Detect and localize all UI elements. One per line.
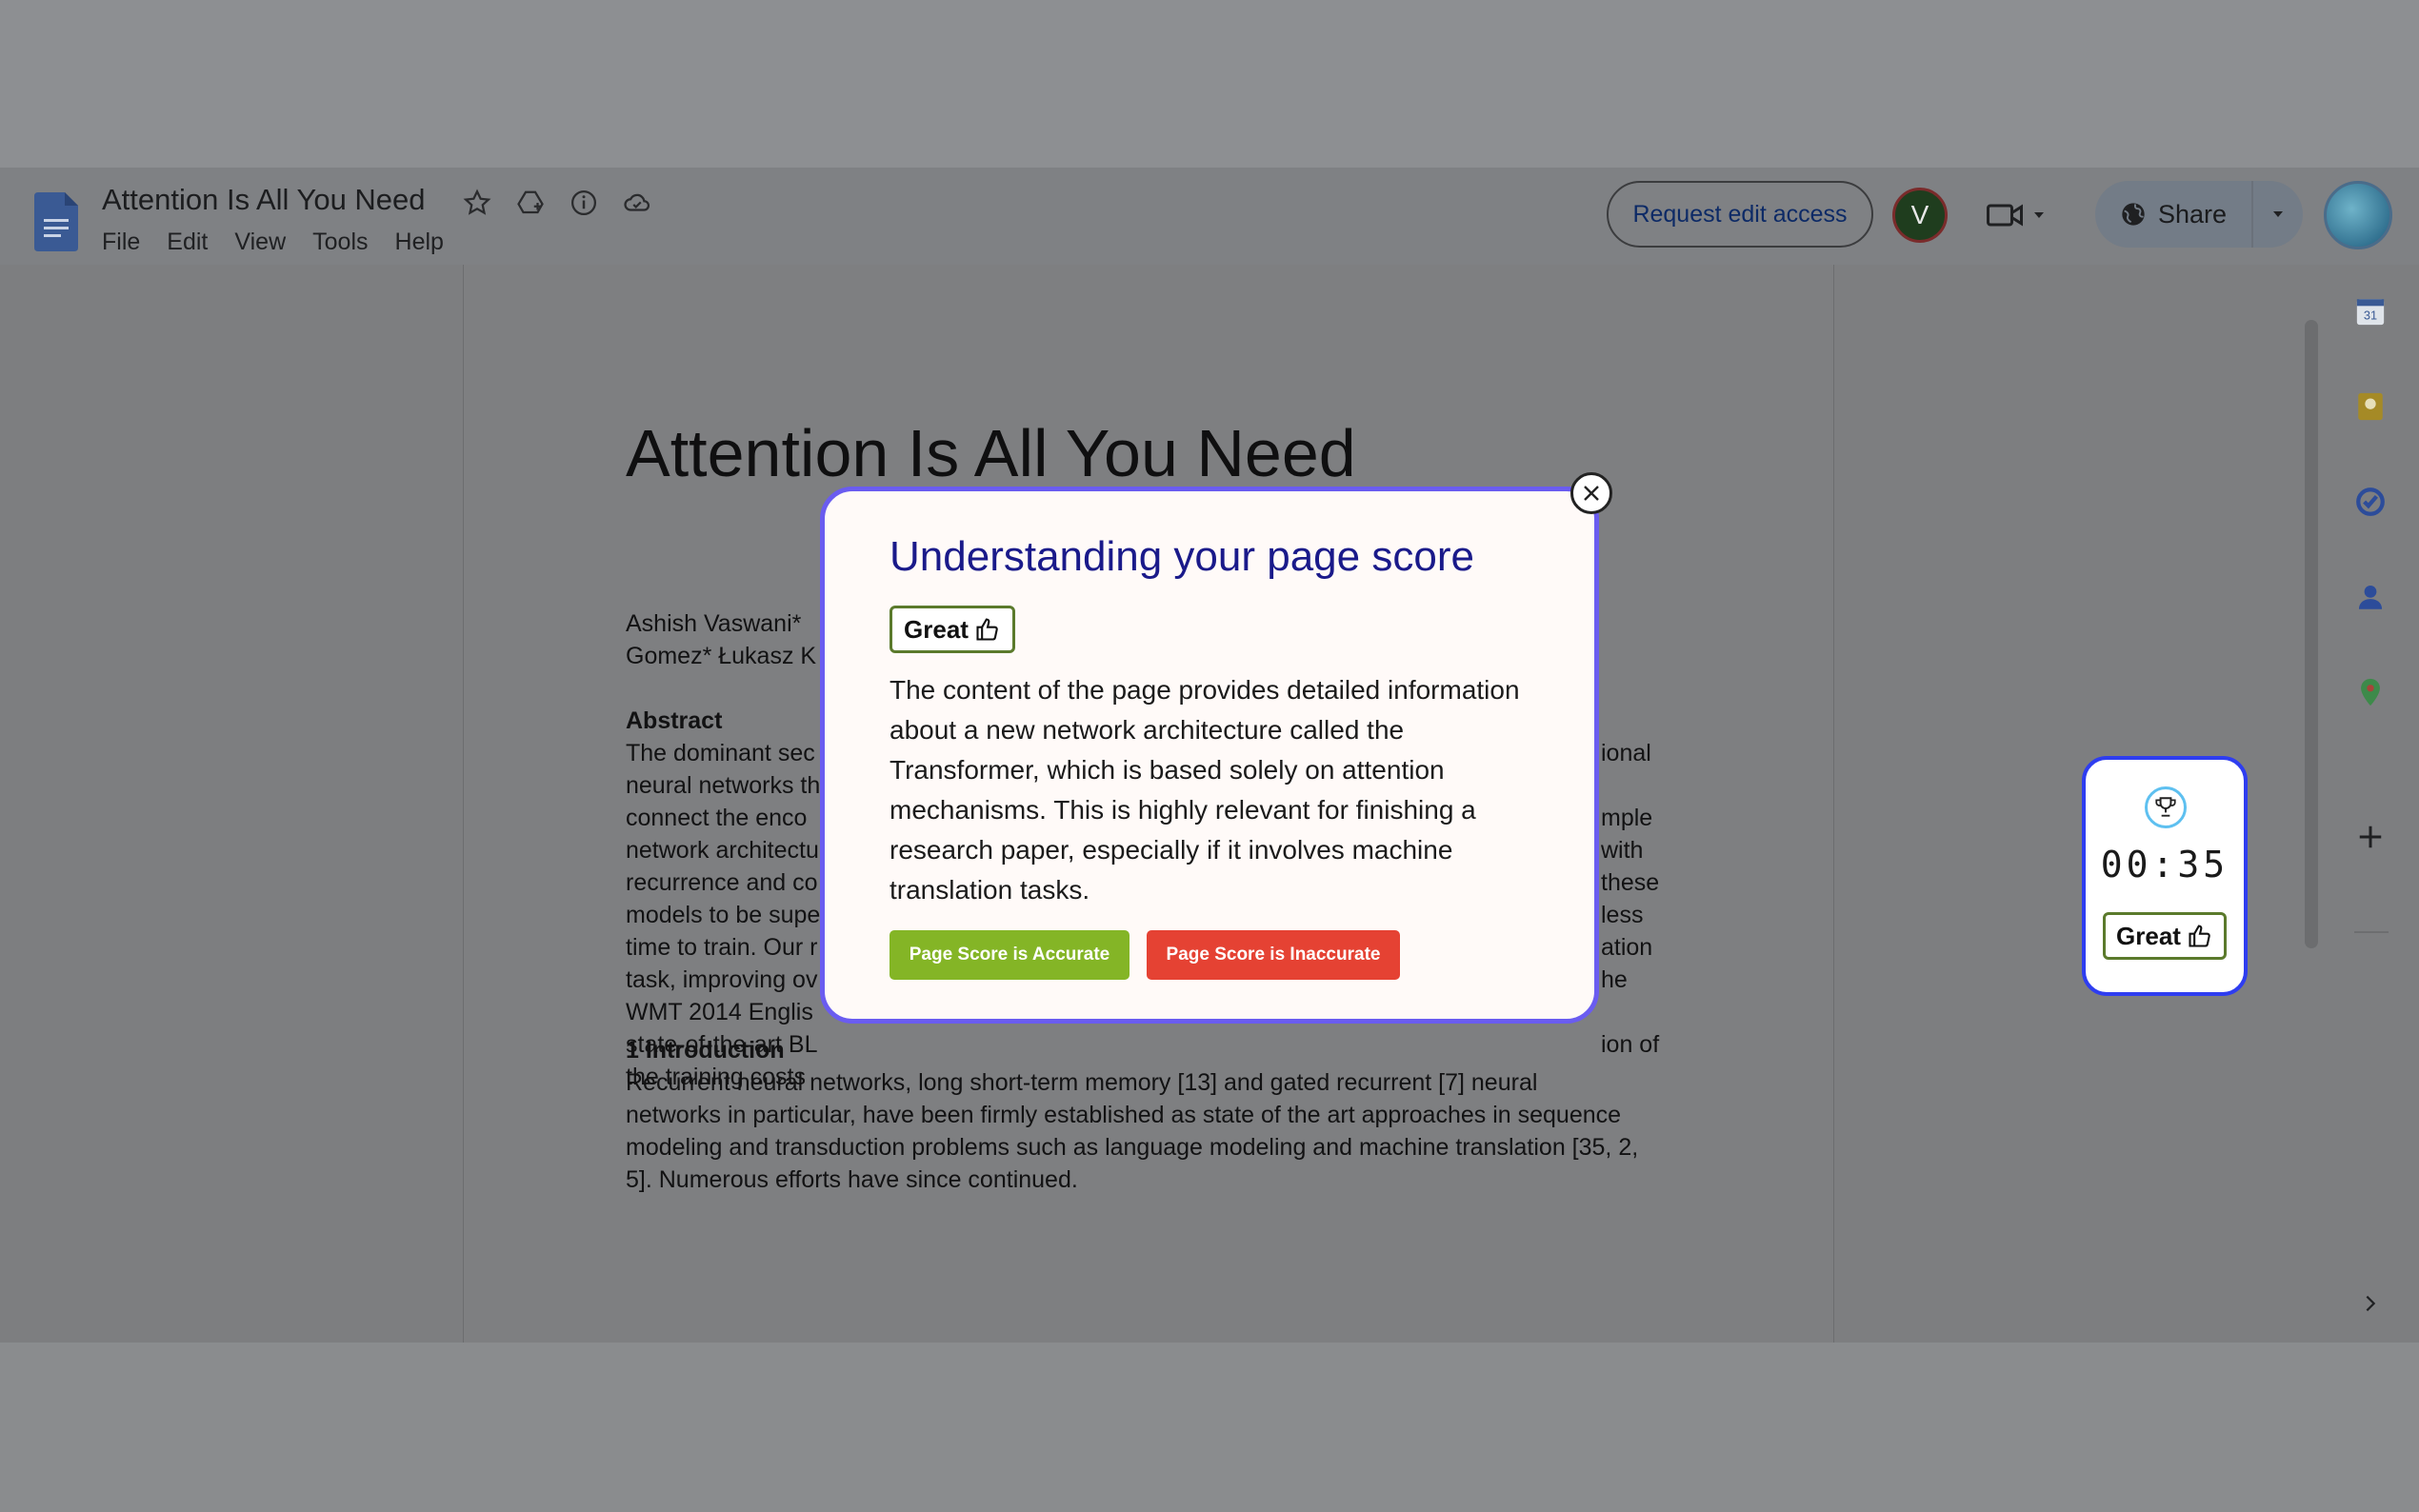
title-actions (461, 187, 653, 219)
modal-score-badge-label: Great (904, 614, 969, 644)
chevron-down-icon (2273, 211, 2283, 217)
menu-help[interactable]: Help (395, 229, 444, 256)
abstract-line-fragment: he (1601, 966, 1628, 993)
thumbs-up-icon (976, 618, 998, 641)
google-docs-logo-icon[interactable] (34, 192, 78, 251)
abstract-line-fragment: ion of (1601, 1031, 1660, 1058)
svg-text:31: 31 (2364, 308, 2377, 323)
share-button-group: Share (2095, 181, 2303, 248)
avatar[interactable]: V (1892, 188, 1948, 243)
menu-bar: File Edit View Tools Help (102, 229, 444, 256)
rail-divider (2354, 931, 2389, 933)
request-edit-access-button[interactable]: Request edit access (1607, 181, 1873, 248)
profile-avatar[interactable] (2324, 181, 2392, 249)
backdrop-bottom (0, 1343, 2419, 1512)
docs-header: Attention Is All You Need File Edit View… (0, 168, 2419, 265)
trophy-icon (2145, 786, 2187, 828)
share-dropdown-button[interactable] (2251, 181, 2303, 248)
intro-line: 5]. Numerous efforts have since continue… (626, 1166, 1078, 1193)
menu-edit[interactable]: Edit (167, 229, 208, 256)
document-heading: Attention Is All You Need (626, 416, 1356, 490)
page-score-modal: Understanding your page score Great The … (820, 487, 1599, 1024)
document-title[interactable]: Attention Is All You Need (102, 183, 426, 217)
cloud-saved-icon[interactable] (621, 187, 653, 219)
intro-line: Recurrent neural networks, long short-te… (626, 1069, 1538, 1096)
thumbs-up-icon (2189, 925, 2210, 947)
scrollbar[interactable] (2305, 320, 2318, 948)
page-score-accurate-button[interactable]: Page Score is Accurate (890, 930, 1130, 980)
modal-title: Understanding your page score (890, 533, 1474, 580)
menu-view[interactable]: View (234, 229, 286, 256)
backdrop-top (0, 0, 2419, 168)
modal-description: The content of the page provides detaile… (890, 675, 1520, 905)
side-panel-rail: 31 (2343, 265, 2400, 1343)
abstract-line-fragment: ation (1601, 934, 1653, 961)
info-icon[interactable] (568, 187, 600, 219)
abstract-line-fragment: these (1601, 869, 1660, 896)
abstract-line: state-of-the-art BL (626, 1031, 818, 1058)
contacts-icon[interactable] (2352, 579, 2389, 615)
menu-file[interactable]: File (102, 229, 140, 256)
abstract-line-fragment: ional (1601, 740, 1651, 766)
intro-line: networks in particular, have been firmly… (626, 1102, 1622, 1128)
intro-line: modeling and transduction problems such … (626, 1134, 1639, 1161)
tasks-icon[interactable] (2352, 484, 2389, 520)
star-icon[interactable] (461, 187, 493, 219)
add-icon[interactable] (2352, 819, 2389, 855)
abstract-line-fragment: mple (1601, 805, 1653, 831)
score-badge: Great (2103, 912, 2227, 960)
abstract-line-fragment: less (1601, 902, 1644, 928)
abstract-line-fragment: with (1601, 837, 1644, 864)
video-camera-icon (1987, 204, 2023, 227)
chevron-down-icon (2034, 212, 2044, 218)
close-icon[interactable] (1570, 472, 1612, 514)
score-badge-label: Great (2116, 921, 2181, 950)
page-score-widget[interactable]: 00:35 Great (2082, 756, 2248, 996)
calendar-icon[interactable]: 31 (2352, 293, 2389, 329)
keep-icon[interactable] (2352, 388, 2389, 425)
maps-icon[interactable] (2352, 674, 2389, 710)
modal-score-badge: Great (890, 606, 1015, 653)
share-label: Share (2157, 199, 2228, 229)
session-timer: 00:35 (2100, 844, 2229, 885)
menu-tools[interactable]: Tools (312, 229, 368, 256)
move-to-drive-icon[interactable] (514, 187, 547, 219)
share-button[interactable]: Share (2095, 181, 2251, 248)
meet-button[interactable] (1986, 190, 2062, 240)
page-score-inaccurate-button[interactable]: Page Score is Inaccurate (1147, 930, 1400, 980)
globe-icon (2122, 203, 2145, 226)
chevron-right-icon[interactable] (2352, 1285, 2389, 1322)
